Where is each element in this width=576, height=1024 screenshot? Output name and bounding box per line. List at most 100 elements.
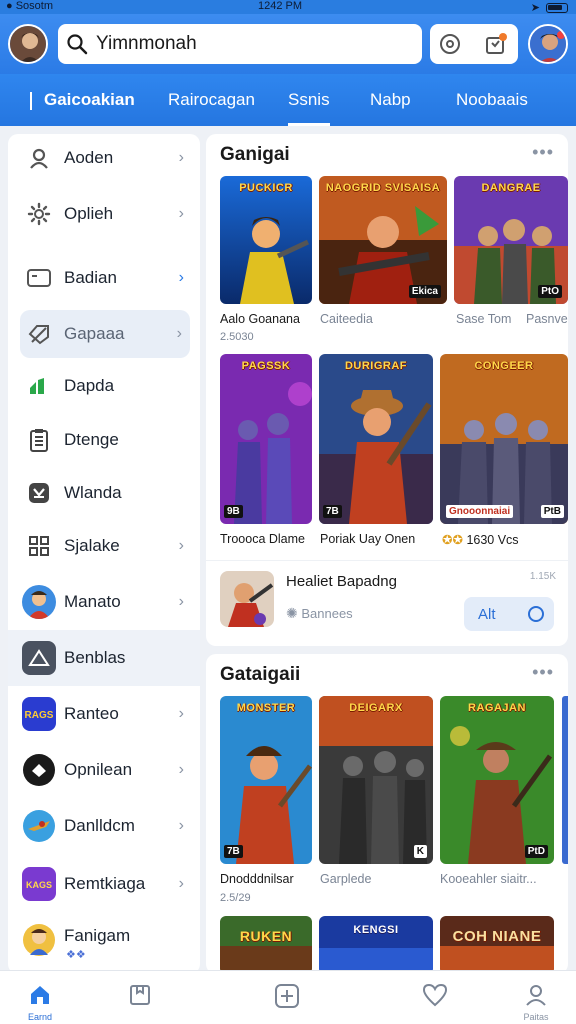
user-icon [22,141,56,175]
chevron-right-icon: › [178,593,184,610]
svg-text:RAGS: RAGS [25,710,54,721]
sidebar-item-opnilean[interactable]: Opnilean › [8,746,200,794]
tab-gaicoakian[interactable]: Gaicoakian [30,74,135,126]
plane-app-icon [22,809,56,843]
more-icon[interactable]: ••• [532,142,554,163]
game-avatar-icon [22,585,56,619]
chevron-right-icon: › [176,325,182,342]
gear-icon [22,197,56,231]
purple-app-icon: KAGS [22,867,56,901]
game-tile[interactable]: PAGSSK 9B [220,354,312,524]
sidebar-item-benblas[interactable]: Benblas [8,630,200,686]
sidebar-item-aoden[interactable]: Aoden › [8,134,200,182]
shield-icon [22,476,56,510]
tab-nabp[interactable]: Nabp [370,74,411,126]
sidebar-item-manato[interactable]: Manato › [8,578,200,626]
sidebar-item-fanigam[interactable]: Fanigam ❖❖ [8,916,200,964]
game-logo-icon: RAGS [22,697,56,731]
section-title: Gataigaii [220,664,301,685]
sidebar-item-wlanda[interactable]: Wlanda [8,469,200,517]
heart-icon [422,983,448,1007]
game-tile[interactable]: PUCKICR [220,176,312,304]
tag-icon [22,317,56,351]
chevron-right-icon: › [178,149,184,166]
game-tile[interactable]: CONGEER Gnooonnaiai PtB [440,354,568,524]
card-icon [22,261,56,295]
sidebar-item-gapaaa[interactable]: Gapaaa › [20,310,190,358]
battery-icon [546,2,568,13]
chevron-right-icon: › [178,761,184,778]
search-input[interactable] [96,33,396,55]
notification-icon[interactable] [484,32,508,56]
dark-app-icon [22,753,56,787]
chevron-right-icon: › [178,817,184,834]
search-icon [67,34,88,55]
featured-game-row[interactable]: Healiet Bapadng ✺ Bannees 1.15K Alt [206,560,568,631]
game-tile[interactable]: DURIGRAF 7B [319,354,433,524]
more-icon[interactable]: ••• [532,662,554,683]
circle-icon [528,606,544,622]
sidebar-item-dtenge[interactable]: Dtenge [8,416,200,464]
chart-icon [22,369,56,403]
bottom-nav: Earnd Paitas [0,970,576,1024]
section-title: Ganigai [220,144,290,165]
nav-favorites[interactable] [404,971,464,1024]
sidebar-item-remtkiaga[interactable]: KAGS Remtkiaga › [8,860,200,908]
location-icon: ➤ [530,2,540,14]
help-icon[interactable] [438,32,462,56]
game-tile[interactable]: RAGAJAN PtD [440,696,554,864]
chevron-right-icon: › [178,269,184,286]
sidebar-item-dapda[interactable]: Dapda [8,362,200,410]
featured-sub: ✺ Bannees [286,605,353,621]
plus-icon [275,984,299,1008]
header-actions [430,24,518,64]
next-tile-peek [562,696,568,864]
bookmark-icon [130,985,150,1005]
nav-profile[interactable]: Paitas [506,971,566,1024]
game-tile[interactable]: NAOGRID SVISAISA Ekica [319,176,447,304]
game-tile[interactable]: KENGSI [319,916,433,974]
character-icon [22,923,56,957]
tab-ssnis[interactable]: Ssnis [288,74,330,126]
chevron-right-icon: › [178,537,184,554]
game-tile[interactable]: DANGRAE PtO [454,176,568,304]
status-bar: ● Sosotm 1242 PM ➤ [0,0,576,14]
tab-rairocagan[interactable]: Rairocagan [168,74,255,126]
sidebar-item-ranteo[interactable]: RAGS Ranteo › [8,690,200,738]
featured-action-button[interactable]: Alt [464,597,554,631]
game-tile[interactable]: DEIGARX K [319,696,433,864]
search-bar[interactable] [58,24,422,64]
nav-add[interactable] [256,971,316,1024]
category-tabs: Gaicoakian Rairocagan Ssnis Nabp Noobaai… [0,74,576,126]
section-ganigai: Ganigai ••• PUCKICR NAOGRID SVISAISA Eki… [206,134,568,646]
game-tile[interactable]: MONSTER 7B [220,696,312,864]
chevron-right-icon: › [178,875,184,892]
svg-text:KAGS: KAGS [26,880,52,890]
carrier-label: ● Sosotm [6,0,53,12]
sidebar-item-sjalake[interactable]: Sjalake › [8,522,200,570]
section-gataigaii: Gataigaii ••• MONSTER 7B DEIGARX K RAGAJ… [206,654,568,974]
profile-avatar[interactable] [528,24,568,64]
chevron-right-icon: › [178,705,184,722]
sidebar: Aoden › Oplieh › Badian › Gapaaa › Dapda… [8,134,200,974]
chevron-right-icon: › [178,205,184,222]
game-tile[interactable]: COH NIANE [440,916,554,974]
featured-thumbnail [220,571,274,627]
grid-icon [22,529,56,563]
home-icon [31,986,49,1004]
nav-bookmark[interactable] [110,971,170,1024]
clipboard-icon [22,423,56,457]
sidebar-item-danlldcm[interactable]: Danlldcm › [8,802,200,850]
nav-home[interactable]: Earnd [10,971,70,1024]
sidebar-item-oplieh[interactable]: Oplieh › [8,190,200,238]
user-avatar[interactable] [8,24,48,64]
game-tile[interactable]: RUKEN [220,916,312,974]
sidebar-item-sub: ❖❖ [66,949,86,961]
loading-icon: ✺ [286,605,298,621]
status-icons: ➤ [531,1,568,14]
tab-noobaais[interactable]: Noobaais [456,74,528,126]
game-rating: ✪✪ 1630 Vcs [442,533,519,547]
clock: 1242 PM [258,0,303,12]
top-header [0,14,576,74]
sidebar-item-badian[interactable]: Badian › [8,254,200,302]
